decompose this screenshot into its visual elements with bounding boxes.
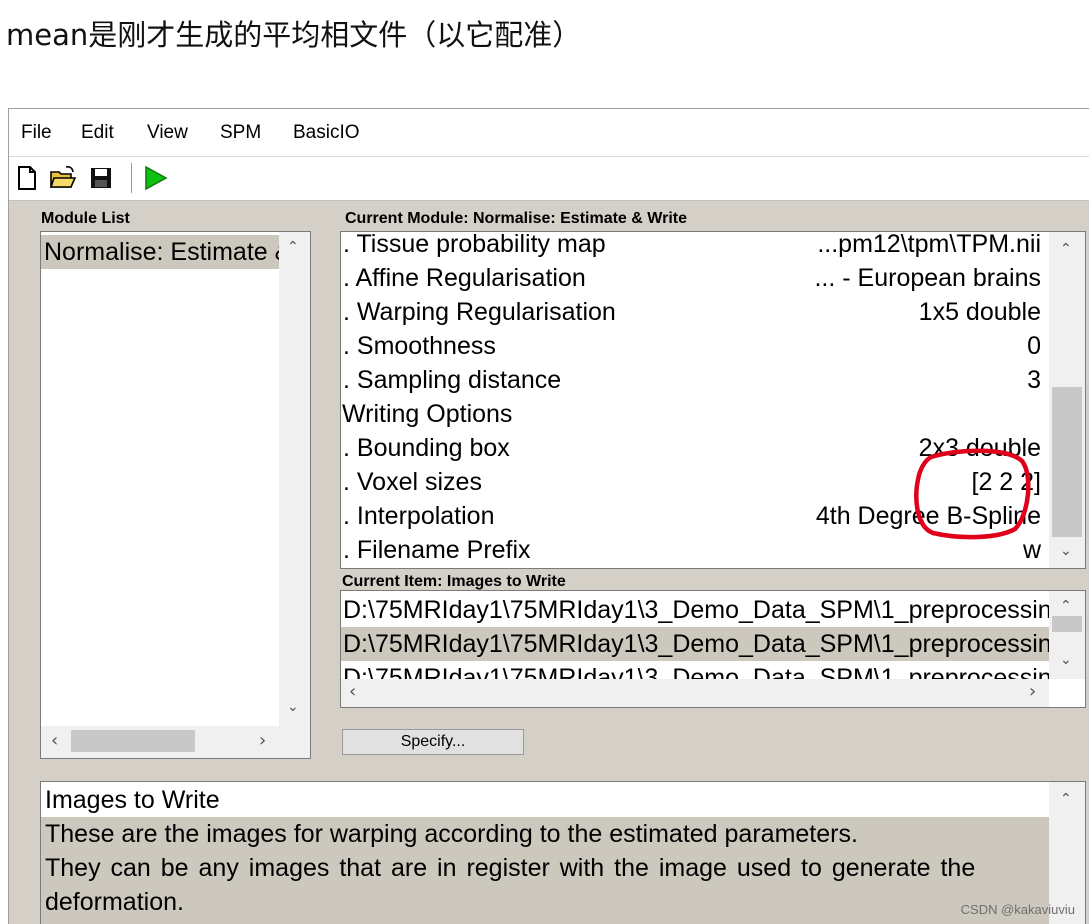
module-list: Normalise: Estimate & Write ⌃ ⌄ ‹ › [40, 231, 311, 759]
module-list-hscrollbar[interactable]: ‹ › [41, 726, 310, 758]
module-row-affine-regularisation[interactable]: . Affine Regularisation... - European br… [341, 261, 1049, 295]
help-title: Images to Write [45, 786, 220, 814]
module-list-label: Module List [41, 210, 130, 227]
watermark: CSDN @kakaviuviu [960, 902, 1075, 917]
chevron-down-icon[interactable]: ⌄ [1060, 544, 1072, 558]
module-list-item[interactable]: Normalise: Estimate & Write [41, 235, 279, 269]
chevron-right-icon[interactable]: › [1029, 683, 1036, 701]
module-row-smoothness[interactable]: . Smoothness 0 [341, 329, 1049, 363]
chevron-up-icon[interactable]: ⌃ [1060, 599, 1072, 613]
module-row-warping-regularisation[interactable]: . Warping Regularisation 1x5 double [341, 295, 1049, 329]
help-text-line: They can be any images that are in regis… [45, 854, 976, 882]
module-list-vscrollbar[interactable]: ⌃ ⌄ [279, 232, 310, 726]
spm-batch-window: File Edit View SPM BasicIO Module List N… [8, 108, 1089, 924]
menu-spm[interactable]: SPM [220, 122, 261, 144]
menu-basicio[interactable]: BasicIO [293, 122, 360, 144]
file-list-vscrollbar[interactable]: ⌃ ⌄ [1049, 591, 1085, 679]
module-row-writing-options[interactable]: Writing Options [341, 397, 1049, 431]
help-text-line: deformation. [45, 888, 184, 916]
annotation-circle [914, 448, 1031, 540]
file-item[interactable]: D:\75MRIday1\75MRIday1\3_Demo_Data_SPM\1… [341, 661, 1049, 679]
module-row-sampling-distance[interactable]: . Sampling distance 3 [341, 363, 1049, 397]
run-icon[interactable] [141, 164, 169, 192]
current-item-label: Current Item: Images to Write [342, 573, 566, 590]
caption: mean是刚才生成的平均相文件（以它配准） [6, 18, 582, 52]
toolbar-separator [131, 163, 132, 193]
hscroll-thumb[interactable] [71, 730, 195, 752]
chevron-right-icon[interactable]: › [259, 732, 266, 750]
chevron-left-icon[interactable]: ‹ [51, 732, 58, 750]
menu-bar: File Edit View SPM BasicIO [9, 109, 1089, 156]
chevron-up-icon[interactable]: ⌃ [1060, 242, 1072, 256]
vscroll-thumb[interactable] [1052, 387, 1082, 537]
save-icon[interactable] [87, 164, 115, 192]
current-item-panel: D:\75MRIday1\75MRIday1\3_Demo_Data_SPM\1… [340, 590, 1086, 708]
open-folder-icon[interactable] [49, 164, 77, 192]
vscroll-thumb[interactable] [1052, 616, 1082, 632]
chevron-down-icon[interactable]: ⌄ [287, 700, 299, 714]
menu-edit[interactable]: Edit [81, 122, 114, 144]
chevron-down-icon[interactable]: ⌄ [1060, 653, 1072, 667]
chevron-up-icon[interactable]: ⌃ [1060, 792, 1072, 806]
file-item[interactable]: D:\75MRIday1\75MRIday1\3_Demo_Data_SPM\1… [341, 627, 1049, 661]
chevron-left-icon[interactable]: ‹ [349, 683, 356, 701]
menu-file[interactable]: File [21, 122, 52, 144]
help-text-line: These are the images for warping accordi… [45, 820, 858, 848]
module-list-item-label: Normalise: Estimate & Write [44, 238, 279, 266]
toolbar [9, 156, 1089, 201]
file-list-hscrollbar[interactable]: ‹ › [341, 679, 1049, 707]
specify-button[interactable]: Specify... [342, 729, 524, 755]
menu-view[interactable]: View [147, 122, 188, 144]
current-module-label: Current Module: Normalise: Estimate & Wr… [345, 210, 687, 227]
file-list: D:\75MRIday1\75MRIday1\3_Demo_Data_SPM\1… [341, 591, 1049, 679]
new-file-icon[interactable] [13, 164, 41, 192]
chevron-up-icon[interactable]: ⌃ [287, 240, 299, 254]
module-row-tissue-probability-map[interactable]: . Tissue probability map ...pm12\tpm\TPM.… [341, 232, 1049, 261]
help-panel: Images to Write These are the images for… [40, 781, 1086, 924]
file-item[interactable]: D:\75MRIday1\75MRIday1\3_Demo_Data_SPM\1… [341, 593, 1049, 627]
module-vscrollbar[interactable]: ⌃ ⌄ [1049, 232, 1085, 568]
